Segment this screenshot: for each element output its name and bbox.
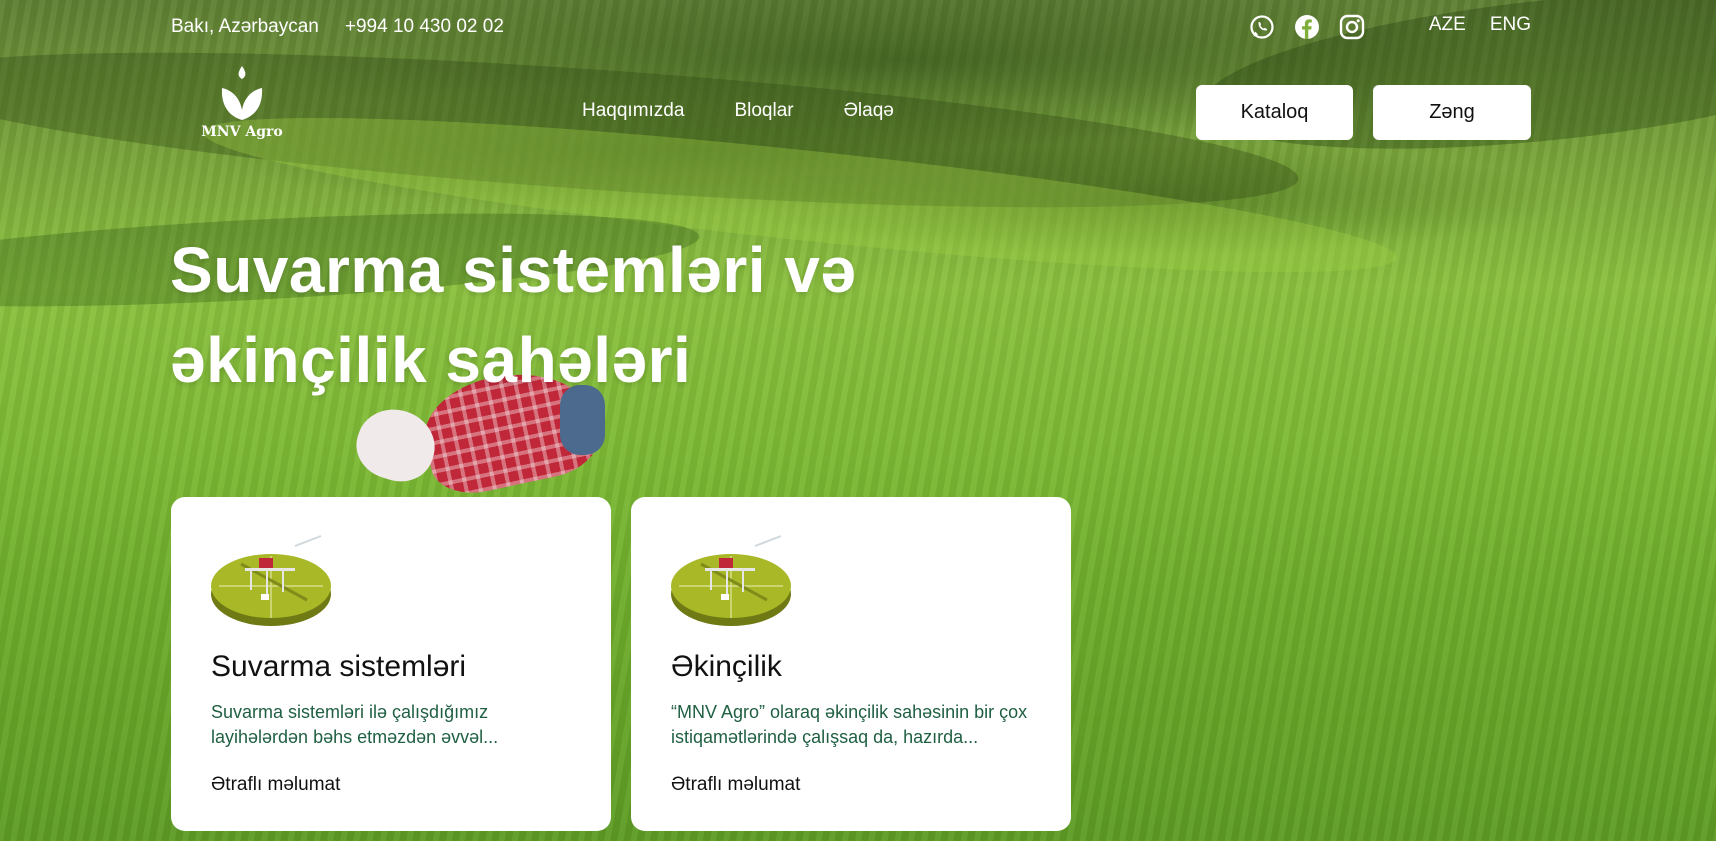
card-more-link[interactable]: Ətraflı məlumat (211, 774, 571, 796)
phone-link[interactable]: +994 10 430 02 02 (345, 16, 504, 38)
farmer-hat (348, 399, 444, 491)
card-more-link[interactable]: Ətraflı məlumat (671, 774, 1031, 796)
hero-title-line-1: Suvarma sistemləri və (170, 234, 857, 306)
card-title: Suvarma sistemləri (211, 650, 467, 683)
card-title: Əkinçilik (671, 650, 782, 683)
nav-item-contact[interactable]: Əlaqə (844, 100, 894, 122)
main-nav: Haqqımızda Bloqlar Əlaqə (582, 100, 894, 122)
service-card-agriculture[interactable]: Əkinçilik “MNV Agro” olaraq əkinçilik sa… (631, 497, 1071, 831)
hero: Suvarma sistemləri və əkinçilik sahələri (170, 225, 930, 405)
language-switcher: AZE ENG (1429, 14, 1531, 36)
agriculture-field-icon (671, 535, 791, 626)
logo[interactable]: MNV Agro (195, 66, 289, 146)
top-bar: Bakı, Azərbaycan +994 10 430 02 02 AZE E… (171, 14, 1531, 40)
location-text: Bakı, Azərbaycan (171, 16, 319, 37)
instagram-icon[interactable] (1339, 14, 1365, 40)
card-description: Suvarma sistemləri ilə çalışdığımız layi… (211, 702, 499, 747)
hero-title-line-2: əkinçilik sahələri (170, 324, 692, 396)
nav-item-blogs[interactable]: Bloqlar (734, 100, 793, 122)
whatsapp-icon[interactable] (1249, 14, 1275, 40)
irrigation-field-icon (211, 535, 331, 626)
leaf-drop-logo-icon (221, 66, 263, 120)
nav-item-about[interactable]: Haqqımızda (582, 100, 684, 122)
social-links (1249, 14, 1365, 40)
lang-eng[interactable]: ENG (1490, 14, 1531, 36)
call-button[interactable]: Zəng (1373, 85, 1531, 140)
service-card-irrigation[interactable]: Suvarma sistemləri Suvarma sistemləri il… (171, 497, 611, 831)
hero-title: Suvarma sistemləri və əkinçilik sahələri (170, 225, 930, 405)
logo-text: MNV Agro (201, 124, 283, 140)
facebook-icon[interactable] (1294, 14, 1320, 40)
lang-aze[interactable]: AZE (1429, 14, 1466, 36)
catalog-button[interactable]: Kataloq (1196, 85, 1353, 140)
card-description: “MNV Agro” olaraq əkinçilik sahəsinin bi… (671, 702, 1028, 747)
